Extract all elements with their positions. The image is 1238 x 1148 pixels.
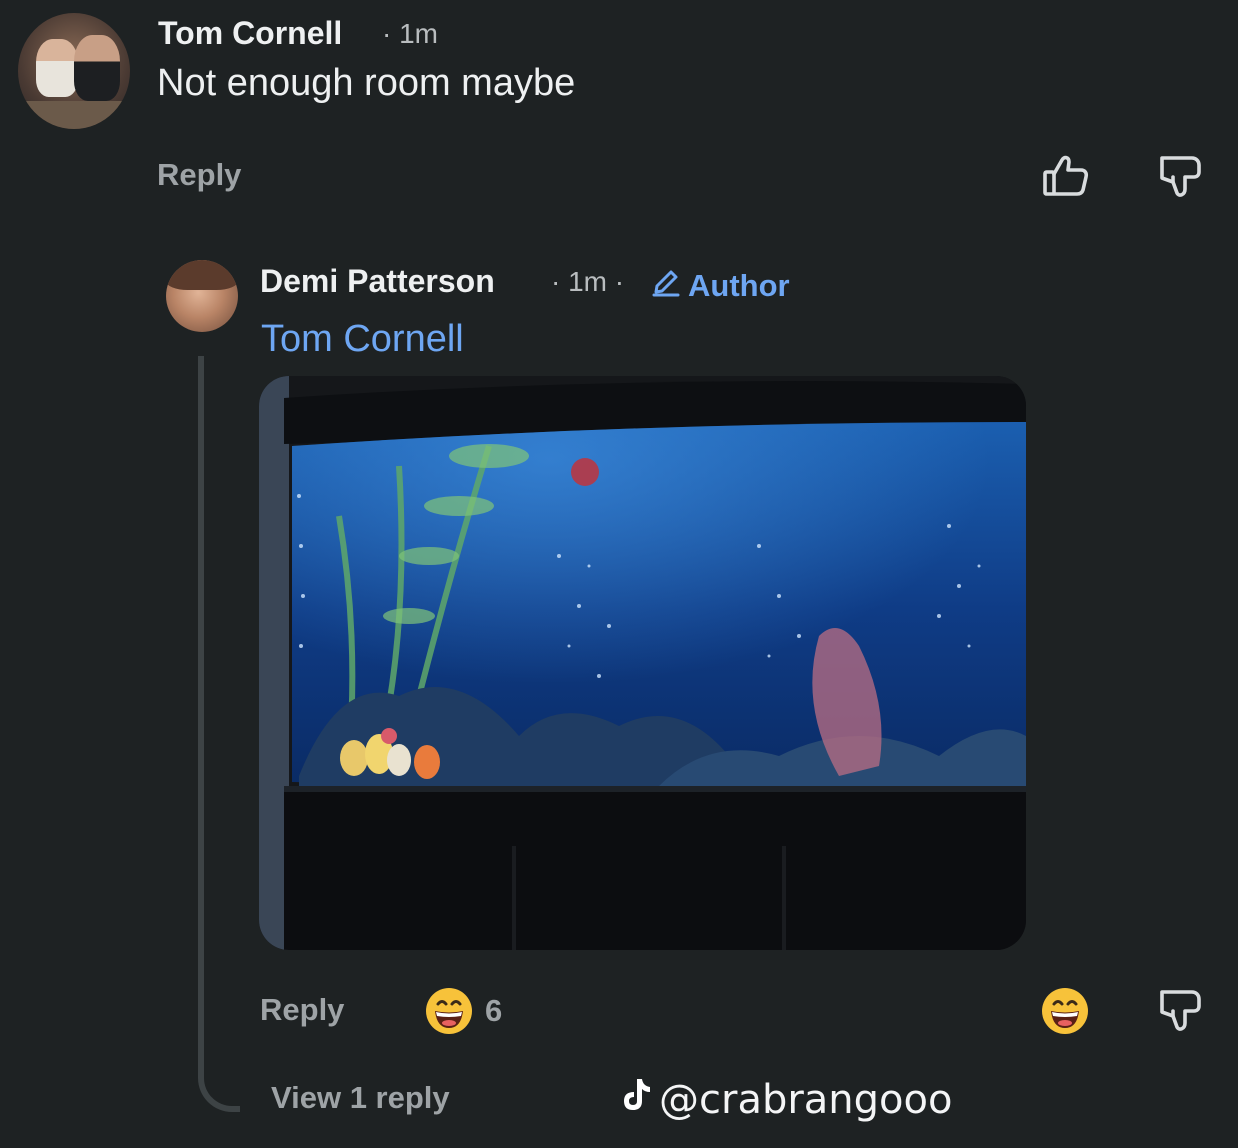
comment-text: Not enough room maybe [157, 62, 576, 104]
grinning-face-emoji-icon[interactable] [424, 986, 474, 1036]
reply-button[interactable]: Reply [260, 992, 344, 1028]
thumbs-down-icon[interactable] [1152, 982, 1208, 1038]
pencil-icon [650, 266, 682, 306]
reply-author-name[interactable]: Demi Patterson [260, 263, 495, 300]
thread-connector-line [198, 356, 240, 1112]
view-replies-link[interactable]: View 1 reply [271, 1080, 450, 1116]
grinning-face-reaction-button-icon[interactable] [1040, 986, 1090, 1036]
avatar-demi-patterson[interactable] [166, 260, 238, 332]
comment-author-name[interactable]: Tom Cornell [158, 15, 342, 52]
mention-link[interactable]: Tom Cornell [261, 318, 464, 361]
reply-button[interactable]: Reply [157, 157, 241, 193]
reply-timestamp: · 1m · [551, 266, 625, 297]
thumbs-down-icon[interactable] [1152, 148, 1208, 204]
avatar-tom-cornell[interactable] [18, 13, 130, 129]
reaction-count: 6 [485, 993, 503, 1028]
attached-aquarium-photo[interactable] [259, 376, 1026, 950]
thumbs-up-icon[interactable] [1037, 148, 1093, 204]
tiktok-icon [615, 1075, 655, 1125]
watermark-handle: @crabrangooo [659, 1077, 953, 1123]
comment-timestamp: · 1m [382, 18, 438, 49]
author-badge-label: Author [688, 268, 790, 303]
author-badge: Author [650, 266, 790, 306]
tiktok-watermark: @crabrangooo [615, 1075, 952, 1125]
